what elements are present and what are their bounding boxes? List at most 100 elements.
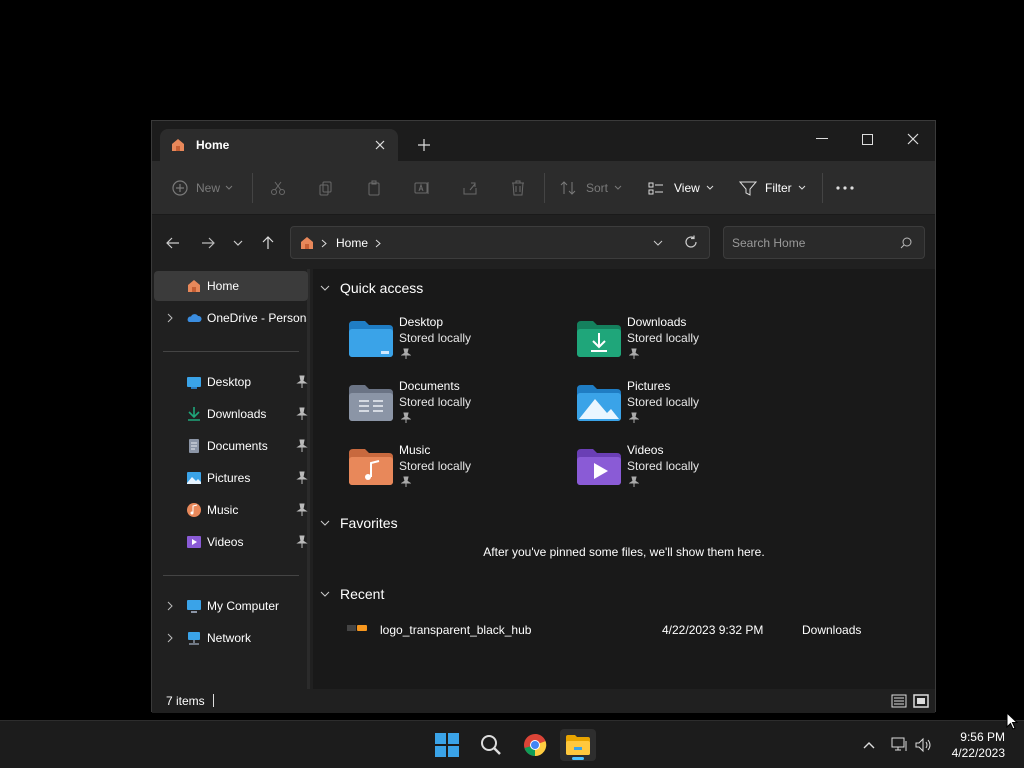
chevron-down-icon xyxy=(798,185,806,190)
item-name: Music xyxy=(399,443,431,457)
image-file-icon xyxy=(347,625,367,631)
address-bar[interactable]: Home xyxy=(290,226,710,259)
file-explorer-taskbar-button[interactable] xyxy=(560,729,596,761)
sidebar-item-documents[interactable]: Documents xyxy=(154,431,308,461)
active-indicator xyxy=(572,757,584,760)
sort-icon xyxy=(560,181,576,195)
quick-access-item-downloads[interactable]: Downloads Stored locally xyxy=(577,315,777,375)
sidebar-item-desktop[interactable]: Desktop xyxy=(154,367,308,397)
network-icon xyxy=(188,632,200,645)
more-options-button[interactable] xyxy=(836,176,854,200)
item-name: Videos xyxy=(627,443,664,457)
sidebar-item-label: Pictures xyxy=(207,471,251,485)
breadcrumb-home[interactable]: Home xyxy=(336,236,368,250)
search-taskbar-button[interactable] xyxy=(473,729,509,761)
address-dropdown-button[interactable] xyxy=(653,235,667,249)
item-count: 7 items xyxy=(166,694,205,708)
folder-icon xyxy=(566,735,590,755)
search-input[interactable] xyxy=(732,234,892,252)
item-status: Stored locally xyxy=(627,459,700,473)
maximize-button[interactable] xyxy=(845,125,889,153)
share-icon xyxy=(463,182,477,195)
sort-button[interactable]: Sort xyxy=(560,176,622,200)
clock[interactable]: 9:56 PM 4/22/2023 xyxy=(952,729,1005,761)
item-status: Stored locally xyxy=(399,459,472,473)
pin-icon xyxy=(629,476,639,487)
recent-file-date: 4/22/2023 9:32 PM xyxy=(662,623,764,637)
item-status: Stored locally xyxy=(399,395,472,409)
sidebar-item-label: Music xyxy=(207,503,239,517)
quick-access-header[interactable]: Quick access xyxy=(319,277,423,299)
computer-icon xyxy=(187,600,201,613)
chevron-right-icon xyxy=(167,313,173,323)
tiles-view-button[interactable] xyxy=(913,693,929,709)
sidebar-item-videos[interactable]: Videos xyxy=(154,527,308,557)
close-window-button[interactable] xyxy=(891,125,935,153)
view-button[interactable]: View xyxy=(648,176,714,200)
details-view-button[interactable] xyxy=(891,693,907,709)
volume-tray-button[interactable] xyxy=(914,735,934,755)
sidebar-item-downloads[interactable]: Downloads xyxy=(154,399,308,429)
add-circle-icon xyxy=(172,180,188,196)
navigation-pane: Home OneDrive - Persona Desktop Download… xyxy=(152,269,310,689)
new-button[interactable]: New xyxy=(172,176,233,200)
mouse-cursor-icon xyxy=(1006,712,1018,730)
sidebar-item-onedrive[interactable]: OneDrive - Persona xyxy=(154,303,308,333)
chevron-down-icon xyxy=(320,520,330,526)
sidebar-separator xyxy=(163,351,299,352)
paste-button[interactable] xyxy=(366,176,382,200)
start-button[interactable] xyxy=(429,729,465,761)
show-hidden-icons-button[interactable] xyxy=(859,735,879,755)
recent-file-row[interactable]: logo_transparent_black_hub 4/22/2023 9:3… xyxy=(347,619,907,641)
up-button[interactable] xyxy=(256,231,280,255)
sidebar-item-music[interactable]: Music xyxy=(154,495,308,525)
search-box xyxy=(723,226,925,259)
sidebar-item-network[interactable]: Network xyxy=(154,623,308,653)
sidebar-item-home[interactable]: Home xyxy=(154,271,308,301)
new-tab-button[interactable] xyxy=(414,135,434,155)
favorites-header[interactable]: Favorites xyxy=(319,512,398,534)
delete-button[interactable] xyxy=(510,176,526,200)
recent-header[interactable]: Recent xyxy=(319,583,384,605)
favorites-empty-message: After you've pinned some files, we'll sh… xyxy=(483,545,765,559)
pin-icon xyxy=(401,412,411,423)
pin-icon xyxy=(296,439,308,452)
tiles-view-icon xyxy=(913,694,929,708)
back-button[interactable] xyxy=(161,231,185,255)
sidebar-item-my-computer[interactable]: My Computer xyxy=(154,591,308,621)
quick-access-item-videos[interactable]: Videos Stored locally xyxy=(577,443,777,503)
refresh-button[interactable] xyxy=(684,235,700,251)
minimize-button[interactable] xyxy=(800,125,844,153)
recent-locations-button[interactable] xyxy=(226,231,250,255)
music-folder-icon xyxy=(349,449,393,485)
arrow-right-icon xyxy=(202,237,215,249)
windows-logo-icon xyxy=(435,733,459,757)
network-tray-button[interactable] xyxy=(890,735,910,755)
video-icon xyxy=(187,536,201,548)
rename-button[interactable] xyxy=(414,176,430,200)
chevron-down-icon xyxy=(233,240,243,246)
sidebar-item-label: Videos xyxy=(207,535,244,549)
sidebar-item-pictures[interactable]: Pictures xyxy=(154,463,308,493)
sidebar-item-label: Home xyxy=(207,279,240,293)
tab-home[interactable]: Home xyxy=(160,129,398,161)
quick-access-item-documents[interactable]: Documents Stored locally xyxy=(349,379,549,439)
quick-access-item-desktop[interactable]: Desktop Stored locally xyxy=(349,315,549,375)
chrome-taskbar-button[interactable] xyxy=(517,729,553,761)
share-button[interactable] xyxy=(462,176,478,200)
filter-button[interactable]: Filter xyxy=(739,176,806,200)
toolbar-separator xyxy=(252,173,253,203)
close-tab-button[interactable] xyxy=(370,135,390,155)
chevron-right-icon xyxy=(375,239,381,248)
cut-button[interactable] xyxy=(270,176,286,200)
music-icon xyxy=(187,503,201,517)
home-icon xyxy=(188,280,200,292)
quick-access-item-pictures[interactable]: Pictures Stored locally xyxy=(577,379,777,439)
pictures-icon xyxy=(187,472,201,484)
documents-folder-icon xyxy=(349,385,393,421)
forward-button[interactable] xyxy=(196,231,220,255)
copy-button[interactable] xyxy=(318,176,334,200)
sidebar-item-label: Network xyxy=(207,631,252,645)
quick-access-item-music[interactable]: Music Stored locally xyxy=(349,443,549,503)
clipboard-icon xyxy=(368,180,380,196)
